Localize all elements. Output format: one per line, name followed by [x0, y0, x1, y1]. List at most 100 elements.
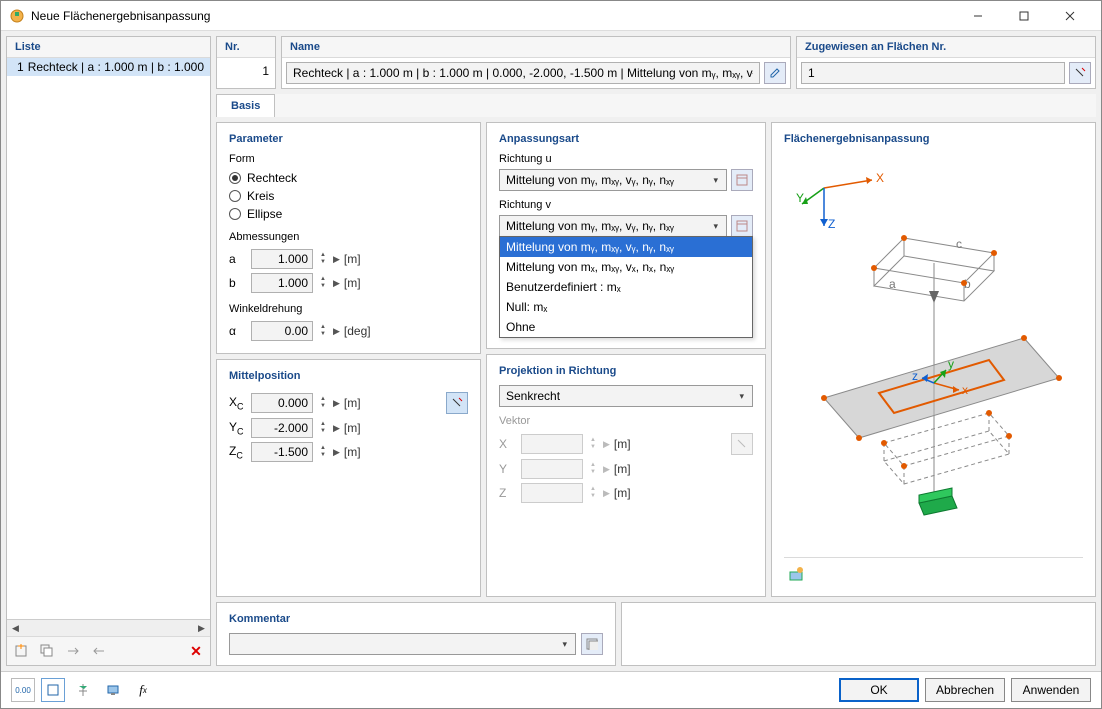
yc-spinner[interactable]: ▲▼ [317, 421, 329, 435]
close-button[interactable] [1047, 1, 1093, 31]
edit-name-button[interactable] [764, 62, 786, 84]
view-c-button[interactable] [101, 678, 125, 702]
yc-play-icon[interactable]: ▶ [333, 423, 340, 434]
anpassungsart-group: Anpassungsart Richtung u Mittelung von m… [486, 122, 766, 349]
alpha-spinner[interactable]: ▲▼ [317, 324, 329, 338]
vz-row: Z ▲▼ ▶ [m] [499, 481, 753, 505]
preview-settings-button[interactable] [784, 562, 808, 586]
column-preview: Flächenergebnisanpassung X Y Z [771, 122, 1096, 597]
alpha-input[interactable] [251, 321, 313, 341]
vx-label: X [499, 437, 517, 451]
xc-spinner[interactable]: ▲▼ [317, 396, 329, 410]
view-b-button[interactable] [71, 678, 95, 702]
copy-item-button[interactable] [35, 639, 59, 663]
dropdown-option[interactable]: Benutzerdefiniert : mₓ [500, 277, 752, 297]
zc-play-icon[interactable]: ▶ [333, 447, 340, 458]
u-library-button[interactable] [731, 169, 753, 191]
preview-3d-view[interactable]: X Y Z a [784, 153, 1083, 553]
svg-text:Z: Z [828, 217, 835, 231]
b-play-icon[interactable]: ▶ [333, 278, 340, 289]
scroll-right-icon[interactable]: ▶ [193, 620, 210, 637]
combo-text: Mittelung von mᵧ, mₓᵧ, vᵧ, nᵧ, nₓᵧ [506, 173, 709, 187]
projektion-title: Projektion in Richtung [499, 365, 753, 377]
richtung-u-combo[interactable]: Mittelung von mᵧ, mₓᵧ, vᵧ, nᵧ, nₓᵧ ▾ [499, 169, 727, 191]
richtung-v-dropdown[interactable]: Mittelung von mᵧ, mₓᵧ, vᵧ, nᵧ, nₓᵧ Mitte… [499, 236, 753, 338]
vy-unit: [m] [614, 462, 631, 476]
b-spinner[interactable]: ▲▼ [317, 276, 329, 290]
list-hscroll[interactable]: ◀ ▶ [7, 619, 210, 636]
richtung-v-combo[interactable]: Mittelung von mᵧ, mₓᵧ, vᵧ, nᵧ, nₓᵧ ▾ [499, 215, 727, 237]
projektion-combo[interactable]: Senkrecht ▾ [499, 385, 753, 407]
nr-panel: Nr. 1 [216, 36, 276, 89]
view-a-button[interactable] [41, 678, 65, 702]
tab-basis[interactable]: Basis [216, 94, 275, 117]
pick-surfaces-button[interactable] [1069, 62, 1091, 84]
mittel-title: Mittelposition [229, 370, 468, 382]
units-button[interactable]: 0.00 [11, 678, 35, 702]
list-item[interactable]: 1 Rechteck | a : 1.000 m | b : 1.000 [7, 58, 210, 76]
form-label: Form [229, 153, 468, 165]
zc-spinner[interactable]: ▲▼ [317, 445, 329, 459]
vz-unit: [m] [614, 486, 631, 500]
alpha-play-icon[interactable]: ▶ [333, 326, 340, 337]
a-spinner[interactable]: ▲▼ [317, 252, 329, 266]
zc-input[interactable] [251, 442, 313, 462]
name-header: Name [282, 37, 790, 58]
name-input[interactable] [286, 62, 760, 84]
list-tree[interactable]: 1 Rechteck | a : 1.000 m | b : 1.000 [7, 58, 210, 619]
vz-play-icon: ▶ [603, 488, 610, 499]
a-play-icon[interactable]: ▶ [333, 254, 340, 265]
delete-button[interactable]: ✕ [184, 639, 208, 663]
radio-icon [229, 208, 241, 220]
dropdown-option[interactable]: Mittelung von mᵧ, mₓᵧ, vᵧ, nᵧ, nₓᵧ [500, 237, 752, 257]
item-num: 1 [17, 60, 24, 74]
b-unit: [m] [344, 276, 361, 290]
xc-unit: [m] [344, 396, 361, 410]
radio-icon [229, 190, 241, 202]
radio-kreis[interactable]: Kreis [229, 187, 468, 205]
svg-text:x: x [962, 383, 968, 397]
vx-input [521, 434, 583, 454]
maximize-button[interactable] [1001, 1, 1047, 31]
nr-value[interactable]: 1 [217, 58, 275, 84]
top-row: Nr. 1 Name Zugewiesen an Flächen Nr. [216, 36, 1096, 89]
include-button[interactable] [61, 639, 85, 663]
ok-button[interactable]: OK [839, 678, 919, 702]
apply-button[interactable]: Anwenden [1011, 678, 1091, 702]
exclude-button[interactable] [87, 639, 111, 663]
radio-rechteck[interactable]: Rechteck [229, 169, 468, 187]
kommentar-library-button[interactable] [581, 633, 603, 655]
list-toolbar: ✕ [7, 636, 210, 665]
combo-text: Senkrecht [506, 389, 735, 403]
v-library-button[interactable] [731, 215, 753, 237]
cancel-button[interactable]: Abbrechen [925, 678, 1005, 702]
vx-play-icon: ▶ [603, 439, 610, 450]
yc-label: YC [229, 420, 247, 436]
function-button[interactable]: fx [131, 678, 155, 702]
vy-play-icon: ▶ [603, 464, 610, 475]
minimize-button[interactable] [955, 1, 1001, 31]
scroll-left-icon[interactable]: ◀ [7, 620, 24, 637]
pick-point-button[interactable] [446, 392, 468, 414]
assigned-input[interactable] [801, 62, 1065, 84]
radio-ellipse[interactable]: Ellipse [229, 205, 468, 223]
nr-header: Nr. [217, 37, 275, 58]
kommentar-combo[interactable]: ▾ [229, 633, 576, 655]
xc-input[interactable] [251, 393, 313, 413]
vy-row: Y ▲▼ ▶ [m] [499, 457, 753, 481]
dropdown-option[interactable]: Ohne [500, 317, 752, 337]
combo-text: Mittelung von mᵧ, mₓᵧ, vᵧ, nᵧ, nₓᵧ [506, 219, 709, 233]
dropdown-option[interactable]: Mittelung von mₓ, mₓᵧ, vₓ, nₓ, nₓᵧ [500, 257, 752, 277]
xc-play-icon[interactable]: ▶ [333, 398, 340, 409]
column-anpassung: Anpassungsart Richtung u Mittelung von m… [486, 122, 766, 597]
yc-input[interactable] [251, 418, 313, 438]
new-item-button[interactable] [9, 639, 33, 663]
alpha-row: α ▲▼ ▶ [deg] [229, 319, 468, 343]
content-row: Parameter Form Rechteck Kreis Ellipse Ab… [216, 122, 1096, 597]
alpha-unit: [deg] [344, 324, 371, 338]
vx-spinner: ▲▼ [587, 437, 599, 451]
b-input[interactable] [251, 273, 313, 293]
vx-row: X ▲▼ ▶ [m] [499, 431, 753, 457]
a-input[interactable] [251, 249, 313, 269]
dropdown-option[interactable]: Null: mₓ [500, 297, 752, 317]
